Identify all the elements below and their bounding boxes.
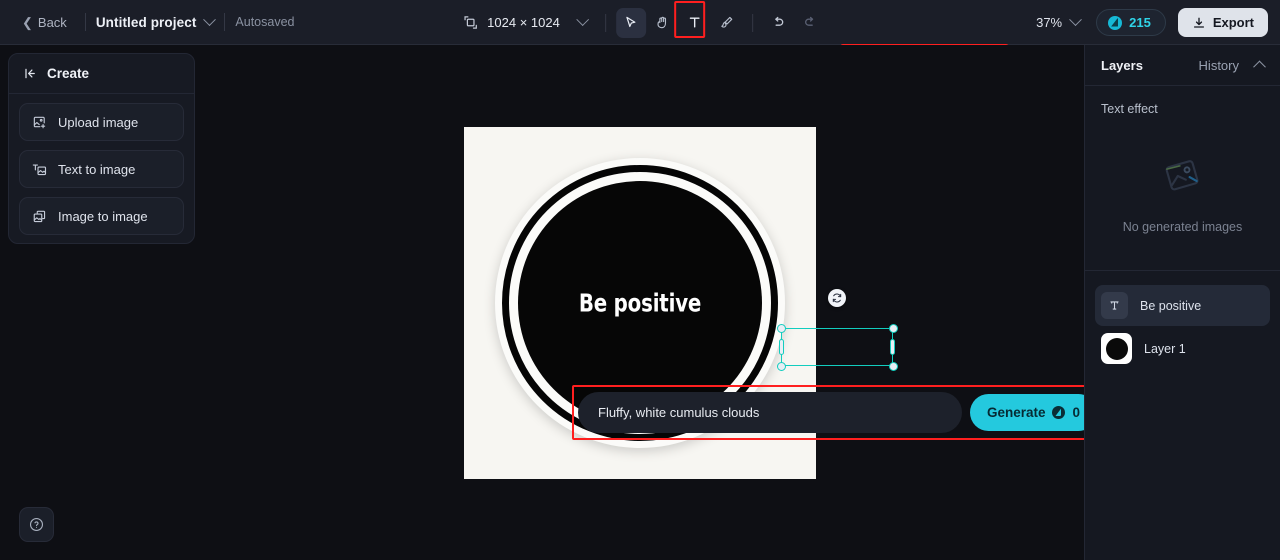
empty-state-label: No generated images <box>1122 220 1243 234</box>
top-bar: ❮ Back Untitled project Autosaved 1024 ×… <box>0 0 1280 45</box>
divider <box>84 13 86 31</box>
credit-coin-icon <box>1052 406 1066 419</box>
sidebar-item-upload-image[interactable]: Upload image <box>19 103 184 141</box>
sidebar-item-label: Text to image <box>58 161 136 177</box>
resize-handle-bottom-right[interactable] <box>888 361 898 371</box>
sidebar-item-image-to-image[interactable]: Image to image <box>19 197 184 235</box>
right-panel-header: Layers History <box>1085 45 1280 86</box>
chevron-up-icon[interactable] <box>1253 60 1266 73</box>
tab-layers[interactable]: Layers <box>1101 58 1143 73</box>
chevron-down-icon[interactable] <box>203 12 217 26</box>
resize-handle-middle-right[interactable] <box>890 339 895 355</box>
credits-count: 215 <box>1129 15 1151 30</box>
chevron-down-icon[interactable] <box>1069 13 1082 27</box>
back-button-label: Back <box>37 14 67 30</box>
zoom-level-label: 37% <box>1036 15 1063 30</box>
tool-group <box>615 0 742 38</box>
layer-name: Be positive <box>1140 298 1202 313</box>
export-button-label: Export <box>1212 15 1254 30</box>
right-panel: Layers History Text effect No generated … <box>1084 45 1280 560</box>
text-tool-button[interactable] <box>673 0 710 38</box>
generated-images-empty-state: No generated images <box>1085 116 1280 271</box>
resize-handle-top-right[interactable] <box>888 323 898 333</box>
text-layer-icon <box>1101 292 1128 319</box>
redo-button[interactable] <box>795 8 825 38</box>
help-button[interactable] <box>19 507 54 542</box>
sidebar-item-label: Upload image <box>58 114 139 130</box>
resize-handle-bottom-left[interactable] <box>776 361 786 371</box>
layer-item-text[interactable]: Be positive <box>1095 285 1270 326</box>
sidebar-items: Upload image Text to image Image to imag… <box>9 94 194 244</box>
help-circle-icon <box>28 516 45 533</box>
tab-history-label: History <box>1198 57 1239 73</box>
sidebar-title: Create <box>47 66 90 81</box>
sidebar-header: Create <box>9 54 194 94</box>
generate-button[interactable]: Generate 0 <box>969 394 1084 431</box>
back-button[interactable]: ❮ Back <box>14 11 75 34</box>
generate-cost: 0 <box>1072 405 1080 420</box>
download-icon <box>1192 16 1206 30</box>
hand-tool-button[interactable] <box>648 8 678 38</box>
prompt-input[interactable]: Fluffy, white cumulus clouds <box>578 392 962 433</box>
top-bar-right: 37% 215 Export <box>1032 0 1268 45</box>
resize-handle-top-left[interactable] <box>776 323 786 333</box>
artboard-text[interactable]: Be positive <box>579 289 702 318</box>
zoom-selector[interactable]: 37% <box>1032 12 1084 33</box>
app-root: ❮ Back Untitled project Autosaved 1024 ×… <box>0 0 1280 560</box>
canvas-size-selector[interactable]: 1024 × 1024 <box>455 11 595 34</box>
brush-tool-button[interactable] <box>712 8 742 38</box>
layer-name: Layer 1 <box>1144 341 1186 356</box>
autosaved-status: Autosaved <box>235 15 295 29</box>
collapse-sidebar-icon[interactable] <box>23 66 38 81</box>
prompt-bar: Fluffy, white cumulus clouds Generate 0 <box>578 392 1084 433</box>
divider <box>751 13 753 32</box>
credits-badge[interactable]: 215 <box>1096 9 1166 36</box>
text-effect-section-label: Text effect <box>1101 102 1158 116</box>
chevron-down-icon[interactable] <box>575 13 589 27</box>
chevron-left-icon: ❮ <box>22 14 33 30</box>
layer-thumbnail-disc <box>1105 337 1128 360</box>
text-selection-box[interactable] <box>776 289 898 371</box>
layer-item-image[interactable]: Layer 1 <box>1085 326 1280 371</box>
top-bar-center: 1024 × 1024 <box>455 0 825 45</box>
generate-button-label: Generate <box>986 405 1046 420</box>
divider <box>224 13 226 31</box>
history-group <box>763 8 825 38</box>
upload-image-icon <box>32 115 47 130</box>
layer-thumbnail <box>1101 333 1132 364</box>
no-image-icon <box>1160 152 1206 198</box>
create-sidebar: Create Upload image Text to image Image … <box>8 53 195 244</box>
image-to-image-icon <box>32 209 47 224</box>
canvas-size-label: 1024 × 1024 <box>487 15 560 30</box>
top-bar-left: ❮ Back Untitled project Autosaved <box>0 11 295 34</box>
undo-button[interactable] <box>763 8 793 38</box>
project-title[interactable]: Untitled project <box>96 15 197 30</box>
sidebar-item-label: Image to image <box>58 208 148 224</box>
tab-history[interactable]: History <box>1198 57 1266 73</box>
select-tool-button[interactable] <box>615 7 646 38</box>
credit-coin-icon <box>1108 15 1123 30</box>
sidebar-item-text-to-image[interactable]: Text to image <box>19 150 184 188</box>
resize-handle-middle-left[interactable] <box>779 339 784 355</box>
export-button[interactable]: Export <box>1177 8 1268 37</box>
canvas-size-icon <box>463 15 478 30</box>
text-to-image-icon <box>32 162 47 177</box>
rotate-handle[interactable] <box>828 289 846 307</box>
divider <box>604 13 606 32</box>
canvas-area[interactable]: Be positive Fluffy, white cumulus clouds… <box>196 45 1084 560</box>
